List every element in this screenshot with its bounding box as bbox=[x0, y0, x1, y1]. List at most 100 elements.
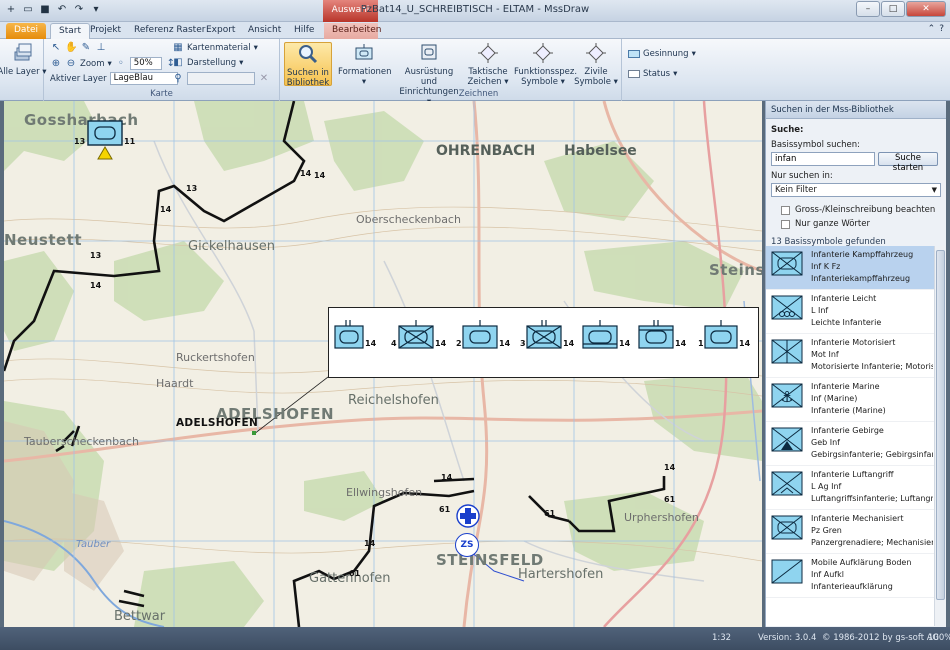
boundary-label: 14 bbox=[364, 539, 376, 548]
result-list-scrollbar[interactable] bbox=[934, 246, 946, 626]
aktiver-layer-select[interactable]: LageBlau bbox=[109, 72, 178, 85]
list-item[interactable]: Mobile Aufklärung Boden Inf Aufkl Infant… bbox=[766, 554, 934, 598]
place-ruckertshofen: Ruckertshofen bbox=[176, 351, 255, 364]
library-search-panel: Suchen in der Mss-Bibliothek Suche: Basi… bbox=[765, 101, 946, 627]
gesinnung-button[interactable]: Gesinnung ▾ bbox=[628, 49, 696, 59]
tab-export[interactable]: Export bbox=[198, 23, 243, 39]
symbol-label: 14 bbox=[675, 339, 687, 348]
boundary-label: 61 bbox=[439, 505, 451, 514]
case-sensitive-checkbox[interactable]: Gross-/Kleinschreibung beachten bbox=[781, 205, 941, 215]
group-layer: Alle Layer ▾ bbox=[0, 39, 47, 101]
boundary-label: 61 bbox=[544, 509, 556, 518]
symbol-label: 14 bbox=[435, 339, 447, 348]
scrollbar-thumb[interactable] bbox=[936, 250, 945, 600]
maximize-button[interactable]: □ bbox=[881, 1, 905, 17]
close-button[interactable]: ✕ bbox=[906, 1, 946, 17]
status-button[interactable]: Status ▾ bbox=[628, 69, 677, 79]
group-search: Suchen in Bibliothek bbox=[280, 39, 336, 101]
symbol-callout-box[interactable]: 14 4 14 2 14 3 14 14 14 1 14 bbox=[328, 307, 759, 378]
zs-symbol[interactable]: ZS bbox=[455, 533, 479, 557]
function-symbol-icon bbox=[533, 43, 553, 63]
funktionsspez-symbole-button[interactable]: Funktionsspez. Symbole ▾ bbox=[514, 42, 577, 87]
symbol-label: 14 bbox=[365, 339, 377, 348]
list-item[interactable]: Infanterie Luftangriff L Ag Inf Luftangr… bbox=[766, 466, 934, 510]
group-label-zeichnen: Zeichnen bbox=[458, 89, 499, 99]
coordinate-input[interactable] bbox=[187, 72, 255, 85]
result-name: Infanterie Motorisiert bbox=[811, 338, 896, 347]
search-input[interactable] bbox=[771, 152, 875, 166]
unit-label: 13 bbox=[74, 137, 86, 146]
status-icon bbox=[628, 70, 640, 78]
boundary-label: 14 bbox=[664, 463, 676, 472]
tab-projekt[interactable]: Projekt bbox=[82, 23, 129, 39]
alle-layer-button[interactable]: Alle Layer ▾ bbox=[0, 42, 48, 77]
tab-hilfe[interactable]: Hilfe bbox=[286, 23, 322, 39]
clear-icon[interactable]: ✕ bbox=[258, 73, 270, 85]
scope-select[interactable]: Kein Filter ▼ bbox=[771, 183, 941, 197]
title-bar: + ▭ ■ ↶ ↷ ▾ Auswahl PzBat14_U_SCHREIBTIS… bbox=[0, 0, 950, 22]
zoom-out-icon[interactable]: ⊖ bbox=[65, 58, 77, 70]
tab-datei[interactable]: Datei bbox=[6, 23, 47, 39]
result-name: Infanterie Kampffahrzeug bbox=[811, 250, 914, 259]
minimize-button[interactable]: – bbox=[856, 1, 880, 17]
darstellung-button[interactable]: Darstellung bbox=[187, 58, 236, 68]
zoom-step-icon: ◦ bbox=[117, 57, 124, 69]
boundary-label: 14 bbox=[314, 171, 326, 180]
checkbox-box[interactable] bbox=[781, 205, 790, 215]
tab-bearbeiten[interactable]: Bearbeiten bbox=[324, 23, 381, 39]
window-controls: – □ ✕ bbox=[856, 1, 946, 17]
result-list[interactable]: Infanterie Kampffahrzeug Inf K Fz Infant… bbox=[766, 246, 934, 626]
symbol-label: 3 bbox=[520, 339, 526, 348]
anchor-icon: ⚓ bbox=[771, 383, 803, 408]
boundary-label: 14 bbox=[300, 169, 312, 178]
zoom-input[interactable]: 50% bbox=[129, 57, 162, 70]
place-neustett: Neustett bbox=[4, 231, 83, 249]
list-item[interactable]: Infanterie Leicht L Inf Leichte Infanter… bbox=[766, 290, 934, 334]
list-item[interactable]: Infanterie Mechanisiert Pz Gren Panzergr… bbox=[766, 510, 934, 554]
result-name: Infanterie Leicht bbox=[811, 294, 877, 303]
result-abbr: Mot Inf bbox=[811, 350, 839, 359]
medical-symbol[interactable] bbox=[455, 503, 481, 529]
list-item[interactable]: Infanterie Kampffahrzeug Inf K Fz Infant… bbox=[766, 246, 934, 290]
snap-icon[interactable]: ⊥ bbox=[95, 42, 107, 54]
list-item[interactable]: ⚓ Infanterie Marine Inf (Marine) Infante… bbox=[766, 378, 934, 422]
help-icon[interactable]: ? bbox=[939, 24, 944, 34]
result-desc: Infanterie (Marine) bbox=[811, 406, 886, 415]
result-name: Infanterie Gebirge bbox=[811, 426, 884, 435]
measure-icon[interactable]: ✎ bbox=[80, 42, 92, 54]
zivile-symbole-button[interactable]: Zivile Symbole ▾ bbox=[570, 42, 622, 87]
suchen-in-bibliothek-button[interactable]: Suchen in Bibliothek bbox=[284, 42, 332, 88]
minimize-ribbon-icon[interactable]: ⌃ bbox=[928, 24, 936, 34]
symbol-label: 14 bbox=[499, 339, 511, 348]
window-title: PzBat14_U_SCHREIBTISCH - ELTAM - MssDraw bbox=[360, 4, 590, 15]
place-oberscheckenbach: Oberscheckenbach bbox=[356, 213, 461, 226]
zoom-in-icon[interactable]: ⊕ bbox=[50, 58, 62, 70]
formationen-button[interactable]: Formationen ▾ bbox=[338, 42, 392, 87]
scope-value: Kein Filter bbox=[775, 185, 817, 195]
chevron-down-icon: ▼ bbox=[931, 186, 937, 194]
pan-hand-icon[interactable]: ✋ bbox=[65, 42, 77, 54]
list-item[interactable]: Infanterie Gebirge Geb Inf Gebirgsinfant… bbox=[766, 422, 934, 466]
result-name: Infanterie Luftangriff bbox=[811, 470, 894, 479]
kartenmaterial-button[interactable]: Kartenmaterial bbox=[187, 43, 251, 53]
boundary-label: 61 bbox=[664, 495, 676, 504]
list-item[interactable]: Infanterie Motorisiert Mot Inf Motorisie… bbox=[766, 334, 934, 378]
layers-icon bbox=[14, 43, 32, 61]
checkbox-box[interactable] bbox=[781, 219, 790, 229]
result-abbr: Inf K Fz bbox=[811, 262, 841, 271]
map-canvas[interactable]: Gossharbach OHRENBACH Habelsee Oberschec… bbox=[4, 101, 762, 627]
unit-symbol-top-left[interactable] bbox=[84, 119, 128, 161]
ifv-symbol-icon bbox=[771, 251, 803, 276]
taktische-zeichen-button[interactable]: Taktische Zeichen ▾ bbox=[462, 42, 514, 87]
group-zeichnen: Formationen ▾ Ausrüstung und Einrichtunge… bbox=[336, 39, 622, 107]
place-steins: Steins bbox=[709, 261, 762, 279]
unit-label: 11 bbox=[124, 137, 136, 146]
tab-ansicht[interactable]: Ansicht bbox=[240, 23, 289, 39]
search-start-button[interactable]: Suche starten bbox=[878, 152, 938, 173]
place-bettwar: Bettwar bbox=[114, 609, 166, 624]
funktion-label: Funktionsspez. Symbole bbox=[514, 67, 578, 87]
whole-words-checkbox[interactable]: Nur ganze Wörter bbox=[781, 219, 941, 229]
result-desc: Infanteriekampffahrzeug bbox=[811, 274, 911, 283]
pointer-icon[interactable]: ↖ bbox=[50, 42, 62, 54]
result-abbr: Inf (Marine) bbox=[811, 394, 858, 403]
